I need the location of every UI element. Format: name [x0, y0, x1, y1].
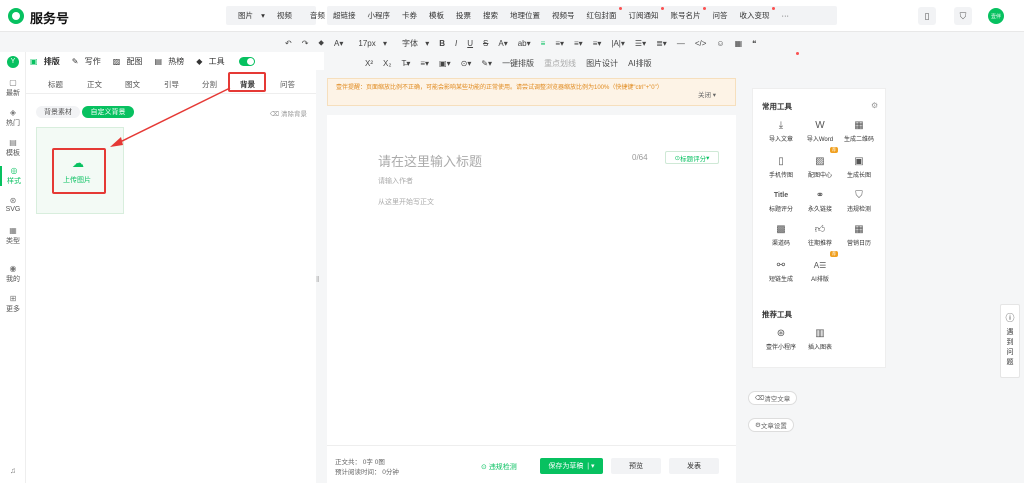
ai-icon: A☰ [813, 261, 827, 270]
notice-close[interactable]: 关闭 ▾ [698, 89, 716, 99]
title-count: 0/64 [632, 153, 648, 162]
tool-import-word[interactable]: W 导入Word [800, 119, 840, 143]
clear-article-button[interactable]: ⌫ 清空文章 [748, 391, 798, 405]
help-label: 遇到问题 [1006, 329, 1014, 366]
tool-insert-chart[interactable]: ▥ 插入图表 [800, 327, 840, 351]
badge-icon: 荐 [830, 147, 838, 153]
tool-long-image[interactable]: ▣ 生成长图 [839, 155, 879, 179]
help-widget[interactable]: ⓘ 遇到问题 [1000, 304, 1020, 378]
import-icon: ⤓ [778, 120, 784, 131]
publish-button[interactable]: 发表 [669, 458, 719, 474]
question-icon: ⓘ [1005, 313, 1015, 323]
channel-icon: ▩ [776, 224, 786, 235]
tool-qrcode[interactable]: ▦ 生成二维码 [839, 119, 879, 143]
tool-import-article[interactable]: ⤓ 导入文章 [761, 119, 801, 143]
long-image-icon: ▣ [854, 156, 864, 167]
editor-canvas: 请在这里输入标题 0/64 ⊙ 标题评分 ▾ 请输入作者 从这里开始写正文 正文… [327, 115, 736, 483]
title-score-button[interactable]: ⊙ 标题评分 ▾ [665, 151, 719, 164]
calendar-icon: ▦ [854, 224, 864, 235]
picture-icon: ▨ [815, 156, 825, 167]
tool-channel-code[interactable]: ▩ 渠道码 [761, 223, 801, 247]
link-icon: ⚭ [815, 190, 825, 201]
notice-text: 壹伴提醒：页面缩放比例不正确，可能会影响某些功能的正常使用。请尝试调整浏览器缩放… [336, 85, 663, 91]
tool-ai-layout[interactable]: A☰ AI排版 [800, 259, 840, 283]
tool-violation[interactable]: ⛉ 违规检测 [839, 189, 879, 213]
footer-divider [327, 445, 736, 446]
article-settings-button[interactable]: ⚙ 文章设置 [748, 418, 794, 432]
tool-permalink[interactable]: ⚭ 永久链接 [800, 189, 840, 213]
body-input[interactable]: 从这里开始写正文 [378, 197, 434, 207]
title-input[interactable]: 请在这里输入标题 [378, 151, 482, 170]
word-count: 正文共： 0字 0图 [335, 459, 385, 466]
common-tools-title: 常用工具 [762, 102, 792, 111]
chain-icon: ⚯ [776, 260, 786, 271]
recommend-tools-title: 推荐工具 [762, 310, 792, 319]
reading-time: 预计阅读时间： 0分钟 [335, 469, 399, 476]
shield-check-icon: ⛉ [855, 190, 863, 201]
chart-icon: ▥ [815, 328, 825, 339]
tools-panel: 常用工具 ⚙ ⤓ 导入文章 W 导入Word 荐 ▦ 生成二维码 ▯ 手机传图 ▨ 配图中… [752, 88, 886, 368]
tool-short-link[interactable]: ⚯ 短链生成 [761, 259, 801, 283]
thumb-icon: 👍︎ [814, 224, 826, 235]
author-input[interactable]: 请输入作者 [378, 176, 413, 186]
tool-image-center[interactable]: ▨ 配图中心 [800, 155, 840, 179]
miniprogram-icon: ⊛ [776, 328, 786, 339]
tool-phone-image[interactable]: ▯ 手机传图 [761, 155, 801, 179]
tool-calendar[interactable]: ▦ 营销日历 [839, 223, 879, 247]
word-icon: W [815, 120, 825, 131]
tool-past-recommend[interactable]: 👍︎ 往期推荐 [800, 223, 840, 247]
splitter-handle-icon[interactable]: ‖ [316, 275, 319, 284]
qrcode-icon: ▦ [854, 120, 864, 131]
save-draft-button[interactable]: 保存为草稿 | ▾ [540, 458, 603, 474]
tool-title-score[interactable]: Title 标题评分 [761, 189, 801, 213]
title-icon: Title [773, 192, 789, 199]
zoom-notice: 壹伴提醒：页面缩放比例不正确，可能会影响某些功能的正常使用。请尝试调整浏览器缩放… [327, 78, 736, 106]
badge-icon: 荐 [830, 251, 838, 257]
gear-icon[interactable]: ⚙ [871, 101, 878, 110]
phone-icon: ▯ [778, 156, 784, 167]
tool-miniprogram[interactable]: ⊛ 壹伴小程序 [761, 327, 801, 351]
preview-button[interactable]: 预览 [611, 458, 661, 474]
violation-check[interactable]: ⊙ 违规检测 [481, 462, 517, 472]
